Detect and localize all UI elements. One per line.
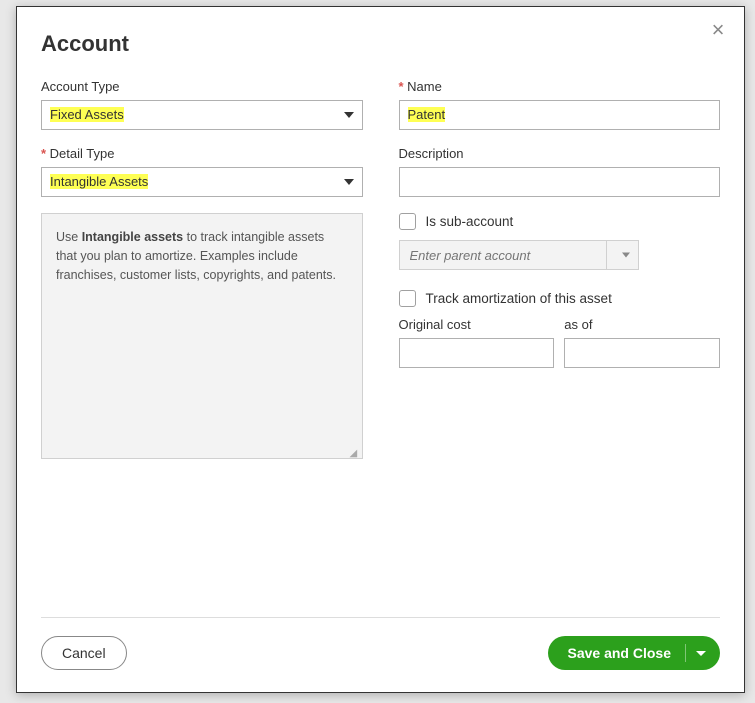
save-and-close-button[interactable]: Save and Close — [548, 636, 721, 670]
is-sub-account-checkbox[interactable] — [399, 213, 416, 230]
original-cost-field: Original cost — [399, 317, 555, 368]
account-type-label: Account Type — [41, 79, 363, 94]
description-label: Description — [399, 146, 721, 161]
save-button-divider — [685, 644, 686, 662]
account-type-value: Fixed Assets — [50, 107, 124, 122]
cost-row: Original cost as of — [399, 317, 721, 368]
detail-type-value: Intangible Assets — [50, 174, 148, 189]
close-icon[interactable]: × — [708, 19, 728, 39]
left-column: Account Type Fixed Assets Detail Type In… — [41, 79, 363, 617]
description-input[interactable] — [399, 167, 721, 197]
as-of-field: as of — [564, 317, 720, 368]
detail-type-field: Detail Type Intangible Assets — [41, 146, 363, 197]
track-amortization-row: Track amortization of this asset — [399, 290, 721, 307]
as-of-input[interactable] — [564, 338, 720, 368]
is-sub-account-label: Is sub-account — [426, 214, 514, 229]
info-text-prefix: Use — [56, 230, 82, 244]
account-modal: × Account Account Type Fixed Assets Deta… — [16, 6, 745, 693]
modal-header: Account — [17, 7, 744, 65]
chevron-down-icon — [344, 179, 354, 185]
info-text-bold: Intangible assets — [82, 230, 183, 244]
chevron-down-icon — [344, 112, 354, 118]
original-cost-label: Original cost — [399, 317, 555, 332]
right-column: Name Patent Description Is sub-account — [399, 79, 721, 617]
parent-account-input — [399, 240, 607, 270]
original-cost-input[interactable] — [399, 338, 555, 368]
detail-type-info: Use Intangible assets to track intangibl… — [41, 213, 363, 459]
name-input[interactable]: Patent — [399, 100, 721, 130]
as-of-label: as of — [564, 317, 720, 332]
name-field: Name Patent — [399, 79, 721, 130]
name-value: Patent — [408, 107, 446, 122]
account-type-select[interactable]: Fixed Assets — [41, 100, 363, 130]
is-sub-account-row: Is sub-account — [399, 213, 721, 230]
modal-body: Account Type Fixed Assets Detail Type In… — [17, 65, 744, 617]
resize-handle-icon[interactable]: ◢ — [350, 446, 360, 456]
name-label: Name — [399, 79, 721, 94]
save-button-label: Save and Close — [568, 645, 672, 661]
track-amortization-label: Track amortization of this asset — [426, 291, 612, 306]
chevron-down-icon — [622, 253, 630, 258]
chevron-down-icon[interactable] — [696, 651, 706, 656]
detail-type-select[interactable]: Intangible Assets — [41, 167, 363, 197]
parent-account-select — [399, 240, 639, 270]
description-field: Description — [399, 146, 721, 197]
account-type-field: Account Type Fixed Assets — [41, 79, 363, 130]
modal-footer: Cancel Save and Close — [17, 618, 744, 692]
modal-title: Account — [41, 31, 720, 57]
detail-type-label: Detail Type — [41, 146, 363, 161]
track-amortization-checkbox[interactable] — [399, 290, 416, 307]
cancel-button[interactable]: Cancel — [41, 636, 127, 670]
parent-account-dropdown-button — [607, 240, 639, 270]
